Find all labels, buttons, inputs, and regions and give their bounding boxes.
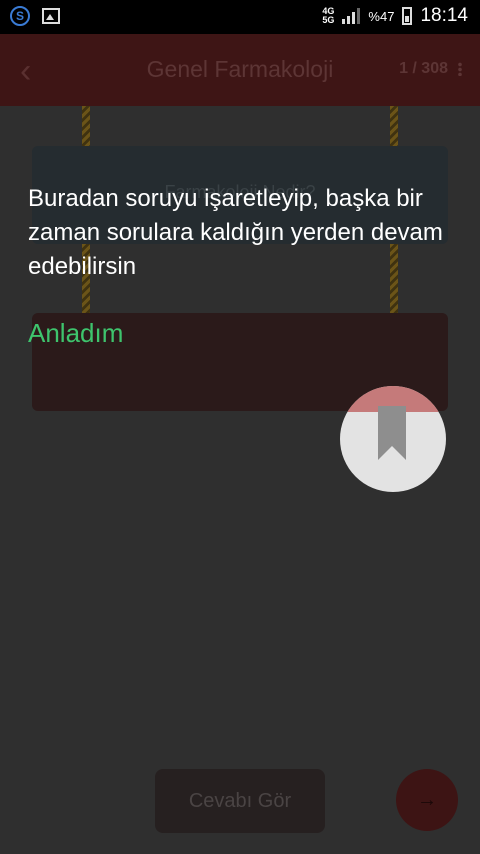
clock: 18:14 [420, 5, 468, 26]
bookmark-button[interactable] [340, 386, 446, 492]
app-bar: ‹ Genel Farmakoloji 1 / 308 [0, 34, 480, 106]
bookmark-icon [378, 406, 406, 460]
rope-decoration [390, 106, 398, 146]
tutorial-message: Buradan soruyu işaretleyip, başka bir za… [28, 185, 443, 280]
dismiss-tutorial-button[interactable]: Anladım [28, 318, 123, 349]
next-question-button[interactable]: → [396, 769, 458, 831]
rope-decoration [82, 106, 90, 146]
status-bar: S 4G 5G %47 18:14 [0, 0, 480, 34]
status-notifications: S [10, 6, 60, 26]
show-answer-button[interactable]: Cevabı Gör [155, 769, 325, 833]
network-type-icon: 4G 5G [322, 6, 335, 25]
app-notification-icon: S [10, 6, 30, 26]
signal-strength-icon [342, 8, 361, 24]
image-notification-icon [42, 8, 60, 24]
battery-percent: %47 [368, 8, 395, 24]
arrow-right-icon: → [417, 788, 437, 811]
status-indicators: 4G 5G %47 18:14 [322, 5, 468, 27]
question-counter: 1 / 308 [399, 60, 448, 77]
battery-icon [402, 7, 413, 25]
more-options-icon[interactable] [458, 62, 462, 76]
